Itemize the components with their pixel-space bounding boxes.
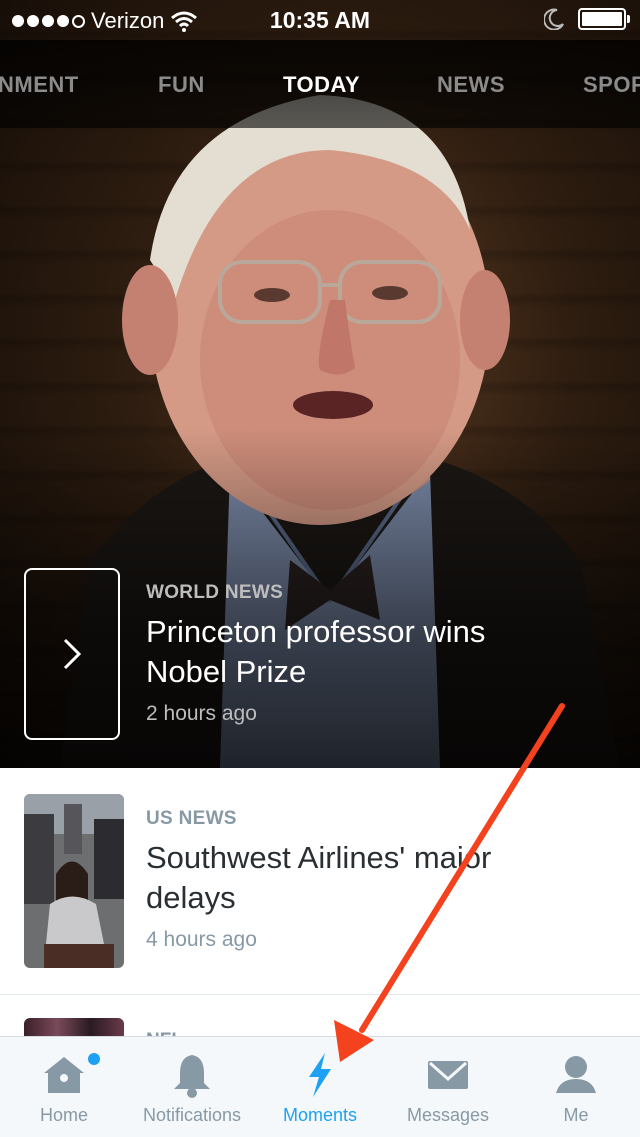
status-bar: Verizon 10:35 AM: [0, 0, 640, 40]
category-tabs: NMENT FUN TODAY NEWS SPOF: [0, 40, 640, 128]
envelope-icon: [428, 1061, 468, 1089]
person-icon: [556, 1056, 596, 1093]
story-thumbnail: [24, 794, 124, 968]
hero-headline-line2: Nobel Prize: [146, 654, 307, 689]
tab-home-label: Home: [39, 1105, 88, 1125]
hero-open-button[interactable]: [24, 568, 120, 740]
story-category: US NEWS: [146, 808, 237, 829]
hero-headline: Princeton professor wins Nobel Prize: [146, 612, 616, 692]
story-headline: Southwest Airlines' major delays: [146, 838, 616, 918]
hero-caption[interactable]: WORLD NEWS Princeton professor wins Nobe…: [146, 582, 616, 726]
home-notification-dot: [86, 1051, 102, 1067]
tab-today[interactable]: TODAY: [283, 72, 360, 98]
tab-moments-label: Moments: [282, 1105, 358, 1125]
tab-me[interactable]: Me: [512, 1037, 640, 1137]
hero-time-ago: 2 hours ago: [146, 702, 257, 725]
tab-me-label: Me: [563, 1105, 589, 1125]
tab-notifications-label: Notifications: [142, 1105, 242, 1125]
hero-category: WORLD NEWS: [146, 582, 284, 603]
tab-messages[interactable]: Messages: [384, 1037, 512, 1137]
tab-fun[interactable]: FUN: [158, 72, 205, 98]
home-icon: [44, 1057, 84, 1093]
chevron-right-icon: [63, 638, 82, 670]
tab-home[interactable]: Home: [0, 1037, 128, 1137]
tab-news[interactable]: NEWS: [437, 72, 505, 98]
moon-icon: [544, 8, 564, 30]
story-headline-line1: Southwest Airlines' major: [146, 840, 492, 875]
bottom-tab-bar: Home Notifications Moments Messages Me: [0, 1036, 640, 1137]
tab-notifications[interactable]: Notifications: [128, 1037, 256, 1137]
story-time-ago: 4 hours ago: [146, 928, 257, 951]
tab-sports[interactable]: SPOF: [583, 72, 640, 98]
story-headline-line2: delays: [146, 880, 236, 915]
tab-messages-label: Messages: [406, 1105, 490, 1125]
battery-icon: [578, 8, 630, 30]
bell-icon: [174, 1055, 210, 1098]
tab-entertainment[interactable]: NMENT: [0, 72, 79, 98]
hero-headline-line1: Princeton professor wins: [146, 614, 486, 649]
lightning-icon: [309, 1053, 331, 1097]
tab-moments[interactable]: Moments: [256, 1037, 384, 1137]
story-text: US NEWS Southwest Airlines' major delays…: [146, 808, 616, 952]
story-item[interactable]: US NEWS Southwest Airlines' major delays…: [0, 768, 640, 995]
